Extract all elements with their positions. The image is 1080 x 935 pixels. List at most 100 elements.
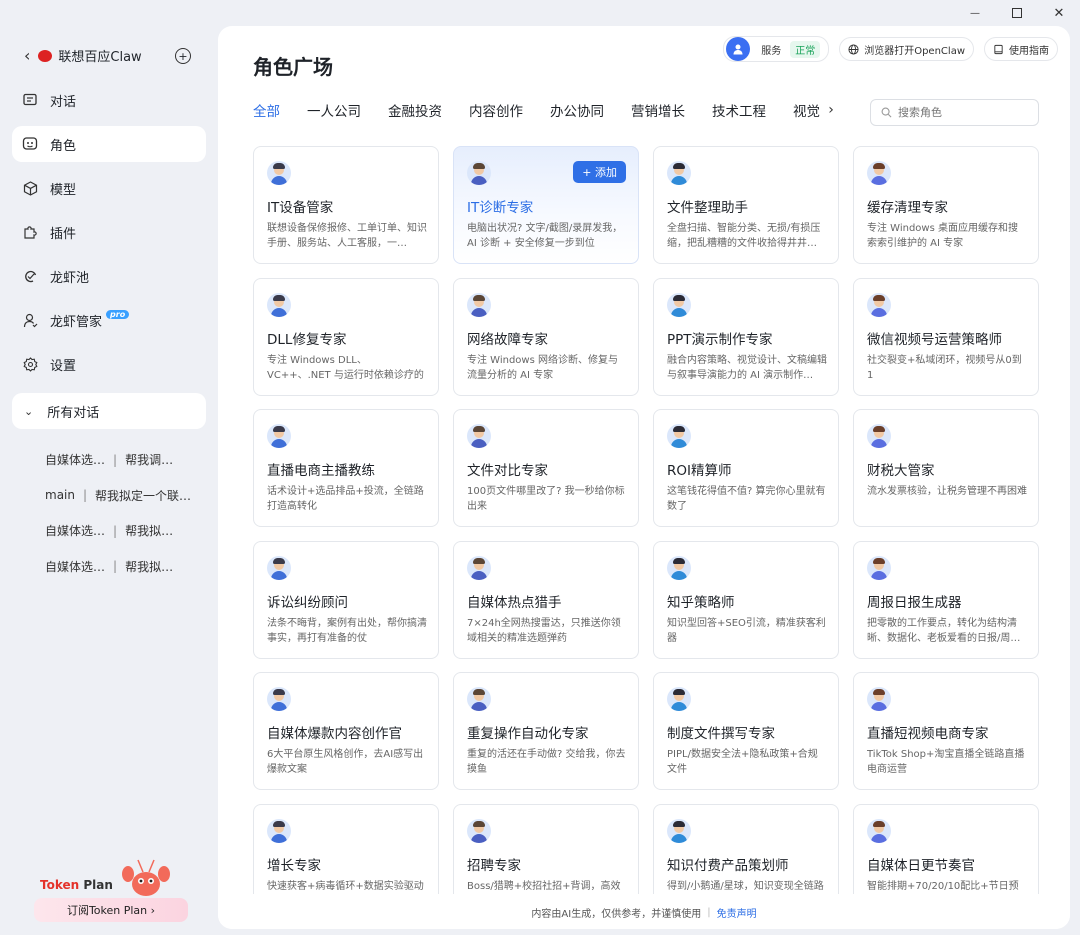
puzzle-icon (22, 224, 38, 240)
sidebar-item-pool[interactable]: 龙虾池 (12, 258, 206, 294)
role-description: 电脑出状况? 文字/截图/录屏发我，AI 诊断 + 安全修复一步到位 (467, 223, 623, 249)
sidebar-item-role[interactable]: 角色 (12, 126, 206, 162)
role-card[interactable]: 直播短视频电商专家 TikTok Shop+淘宝直播全链路直播电商运营 (853, 672, 1039, 790)
back-icon[interactable]: ‹ (24, 46, 30, 65)
role-avatar (267, 292, 291, 317)
role-card[interactable]: PPT演示制作专家 融合内容策略、视觉设计、文稿编辑与叙事导演能力的 AI 演示制… (653, 277, 839, 396)
role-card[interactable]: 文件对比专家 100页文件哪里改了? 我一秒给你标出来 (453, 409, 639, 527)
role-card[interactable]: + 添加 IT诊断专家电脑出状况? 文字/截图/录屏发我，AI 诊断 + 安全修复… (453, 146, 639, 264)
sidebar-item-label: 插件 (50, 226, 77, 242)
divider: | (113, 559, 118, 574)
sidebar-item-model[interactable]: 模型 (12, 170, 206, 206)
conv-agent: 自媒体选… (45, 524, 106, 539)
role-name: PPT演示制作专家 (667, 331, 773, 348)
role-card[interactable]: 文件整理助手全盘扫描、智能分类、无损/有损压缩，把乱糟糟的文件收拾得井井… (653, 146, 839, 264)
role-card[interactable]: IT设备管家 联想设备保修报修、工单订单、知识手册、服务站、人工客服，一… (253, 146, 439, 264)
role-card[interactable]: 招聘专家 Boss/猎聘+校招社招+背调，高效招到人 (453, 803, 639, 894)
add-role-button[interactable]: + 添加 (573, 161, 626, 183)
book-icon (994, 44, 1003, 54)
list-item[interactable]: main | 帮我拟定一个联… (45, 478, 205, 514)
role-avatar (867, 424, 891, 448)
sidebar-item-chat[interactable]: 对话 (12, 82, 206, 118)
role-card[interactable]: 周报日报生成器 把零散的工作要点，转化为结构清晰、数据化、老板爱看的日报/周… (853, 540, 1039, 659)
role-card[interactable]: DLL修复专家 专注 Windows DLL、VC++、.NET 与运行时依赖诊疗… (253, 277, 439, 396)
guide-label: 使用指南 (1009, 45, 1049, 57)
role-card[interactable]: 直播电商主播教练 话术设计+选品排品+投流，全链路打造高转化 (253, 409, 439, 527)
open-browser-button[interactable]: 浏览器打开OpenClaw (839, 37, 974, 61)
tabs-next-button[interactable]: › (821, 100, 841, 120)
role-name: 网络故障专家 (467, 331, 548, 348)
chevron-right-icon: › (828, 102, 834, 118)
maximize-button[interactable] (996, 0, 1038, 26)
sidebar-item-plugin[interactable]: 插件 (12, 214, 206, 250)
role-card[interactable]: 增长专家快速获客+病毒循环+数据实验驱动增长 (253, 803, 439, 894)
globe-icon (848, 43, 859, 55)
role-avatar (867, 161, 891, 185)
role-name: 知乎策略师 (667, 594, 735, 611)
tab-tech[interactable]: 技术工程 (712, 100, 766, 120)
role-name: 文件整理助手 (667, 200, 748, 216)
open-browser-label: 浏览器打开OpenClaw (864, 45, 965, 57)
role-description: 全盘扫描、智能分类、无损/有损压缩，把乱糟糟的文件收拾得井井… (667, 223, 821, 249)
minimize-button[interactable]: — (954, 0, 996, 26)
tab-finance[interactable]: 金融投资 (388, 100, 442, 120)
guide-button[interactable]: 使用指南 (984, 37, 1058, 61)
disclaimer-link[interactable]: 免责声明 (717, 905, 757, 920)
category-tabs: 全部 一人公司 金融投资 内容创作 办公协同 营销增长 技术工程 视觉 (253, 100, 821, 124)
role-card[interactable]: 自媒体日更节奏官智能排期+70/20/10配比+节日预热，告别断更 (853, 803, 1039, 894)
role-name: 知识付费产品策划师 (667, 857, 789, 874)
role-description: 联想设备保修报修、工单订单、知识手册、服务站、人工客服，一… (267, 223, 427, 249)
role-card[interactable]: 自媒体热点猎手 7×24h全网热搜雷达，只推送你领域相关的精准选题弹药 (453, 540, 639, 659)
lobster-mascot-icon (122, 859, 170, 896)
role-card[interactable]: 重复操作自动化专家 重复的活还在手动做? 交给我，你去摸鱼 (453, 672, 639, 790)
tab-one-person-company[interactable]: 一人公司 (307, 100, 361, 120)
search-input[interactable] (898, 106, 1018, 119)
all-chats-toggle[interactable]: ⌄ 所有对话 (12, 393, 206, 429)
role-card[interactable]: 知乎策略师 知识型回答+SEO引流，精准获客利器 (653, 540, 839, 659)
role-name: 直播电商主播教练 (267, 463, 375, 479)
list-item[interactable]: 自媒体选… | 帮我拟… (45, 513, 205, 549)
role-avatar (867, 555, 891, 580)
role-description: 这笔钱花得值不值? 算完你心里就有数了 (667, 486, 826, 512)
close-button[interactable]: ✕ (1038, 0, 1080, 26)
role-card[interactable]: 制度文件撰写专家 PIPL/数据安全法+隐私政策+合规文件 (653, 672, 839, 790)
role-name: 自媒体爆款内容创作官 (267, 726, 402, 742)
role-card[interactable]: 诉讼纠纷顾问 法条不晦背，案例有出处，帮你搞清事实，再打有准备的仗 (253, 540, 439, 659)
role-card[interactable]: 财税大管家 流水发票核验，让税务管理不再困难 (853, 409, 1039, 527)
role-avatar (467, 292, 491, 317)
divider: | (82, 488, 88, 503)
role-description: 法条不晦背，案例有出处，帮你搞清事实，再打有准备的仗 (267, 617, 427, 644)
list-item[interactable]: 自媒体选… | 帮我调… (45, 442, 205, 478)
sidebar-item-label: 设置 (50, 358, 77, 374)
sidebar-item-label: 对话 (50, 94, 77, 110)
conv-agent: main (45, 488, 75, 503)
role-card[interactable]: 缓存清理专家 专注 Windows 桌面应用缓存和搜索索引维护的 AI 专家 (853, 146, 1039, 264)
top-toolbar: 服务 正常 浏览器打开OpenClaw 使用指南 (723, 36, 1058, 62)
sidebar-item-butler[interactable]: 龙虾管家 pro (12, 302, 206, 338)
tab-office[interactable]: 办公协同 (550, 100, 604, 120)
service-status[interactable]: 服务 正常 (723, 36, 830, 62)
tab-all[interactable]: 全部 (253, 100, 280, 120)
role-name: IT诊断专家 (467, 200, 534, 216)
role-name: 增长专家 (267, 857, 321, 874)
role-avatar (467, 161, 491, 185)
tab-visual[interactable]: 视觉 (793, 100, 820, 120)
role-icon (22, 136, 38, 152)
role-card[interactable]: ROI精算师这笔钱花得值不值? 算完你心里就有数了 (653, 409, 839, 527)
subscribe-token-plan-button[interactable]: 订阅Token Plan › (34, 898, 188, 922)
role-description: 快速获客+病毒循环+数据实验驱动增长 (267, 880, 424, 892)
role-card[interactable]: 微信视频号运营策略师 社交裂变+私域闭环，视频号从0到1 (853, 277, 1039, 396)
list-item[interactable]: 自媒体选… | 帮我拟… (45, 549, 205, 585)
tab-marketing[interactable]: 营销增长 (631, 100, 685, 120)
sidebar-item-settings[interactable]: 设置 (12, 346, 206, 382)
role-description: 6大平台原生风格创作，去AI感写出爆款文案 (267, 749, 424, 775)
role-card[interactable]: 网络故障专家 专注 Windows 网络诊断、修复与流量分析的 AI 专家 (453, 277, 639, 396)
new-chat-button[interactable]: + (175, 48, 191, 64)
tab-content[interactable]: 内容创作 (469, 100, 523, 120)
role-card[interactable]: 知识付费产品策划师 得到/小鹅通/星球，知识变现全链路 (653, 803, 839, 894)
role-name: ROI精算师 (667, 463, 732, 479)
role-card[interactable]: 自媒体爆款内容创作官 6大平台原生风格创作，去AI感写出爆款文案 (253, 672, 439, 790)
role-avatar (667, 424, 691, 448)
pool-icon (22, 268, 38, 284)
search-box[interactable] (870, 99, 1039, 126)
